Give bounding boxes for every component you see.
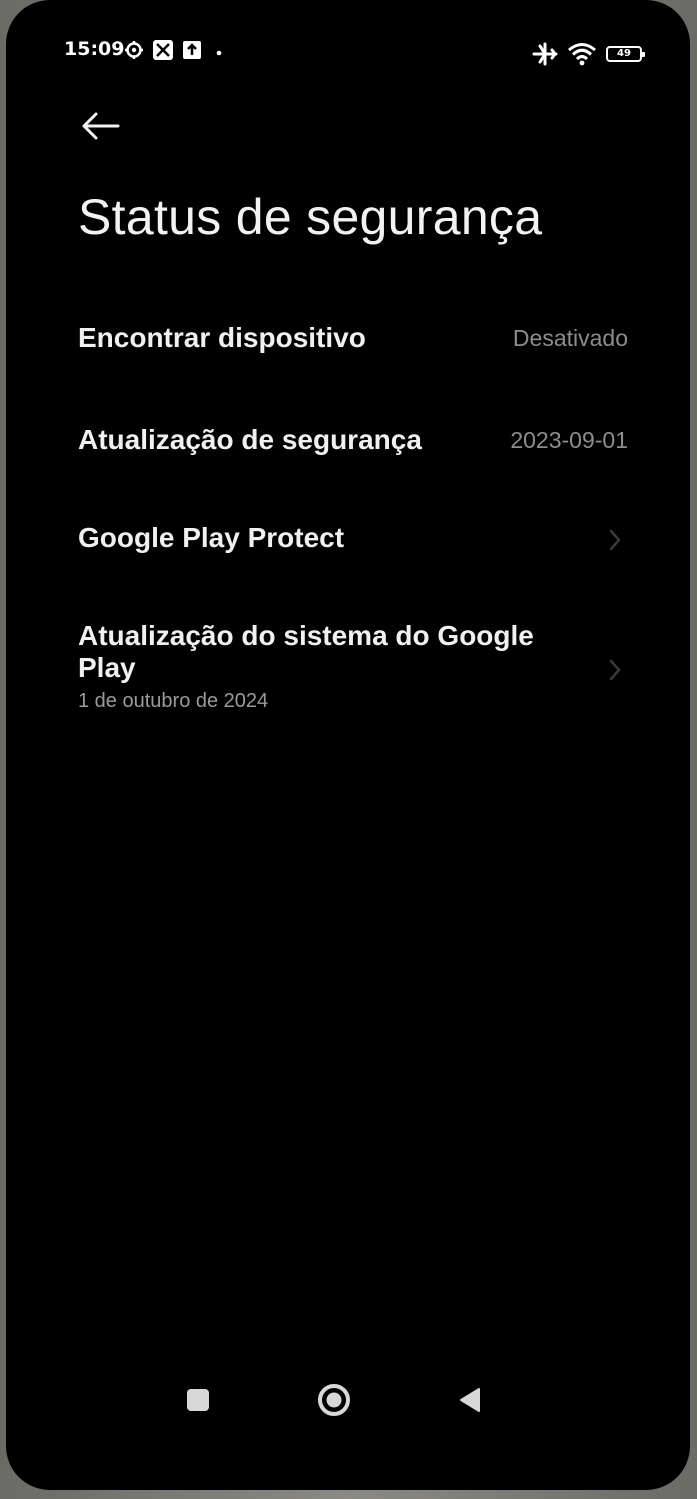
recents-square-icon: [187, 1389, 209, 1411]
phone-frame: 15:09 49 Status de segurança Encontrar d…: [0, 0, 697, 1499]
nfc-icon: [153, 40, 173, 60]
google-play-system-update-date: 1 de outubro de 2024: [78, 690, 269, 712]
home-circle-icon: [318, 1384, 350, 1416]
security-update-value: 2023-09-01: [510, 427, 628, 453]
chevron-right-icon: [609, 529, 621, 551]
navigation-bar: [6, 1370, 690, 1430]
find-device-value: Desativado: [512, 325, 628, 351]
find-device-row[interactable]: Encontrar dispositivo Desativado: [78, 322, 628, 358]
google-play-system-update-row[interactable]: Atualização do sistema do Google Play 1 …: [78, 620, 628, 720]
status-right-icons: 49: [532, 42, 645, 66]
airplane-mode-icon: [532, 42, 558, 66]
security-update-row[interactable]: Atualização de segurança 2023-09-01: [78, 424, 628, 460]
wifi-icon: [568, 43, 596, 66]
arrow-left-icon: [82, 112, 120, 140]
upload-icon: [183, 41, 201, 59]
back-triangle-icon: [460, 1388, 480, 1412]
google-play-protect-label: Google Play Protect: [78, 522, 345, 553]
battery-level: 49: [617, 48, 631, 59]
settings-gear-icon: [125, 41, 143, 59]
back-button[interactable]: [78, 106, 122, 146]
screen: 15:09 49 Status de segurança Encontrar d…: [6, 0, 690, 1490]
home-button[interactable]: [304, 1370, 364, 1430]
recents-button[interactable]: [168, 1370, 228, 1430]
status-left-icons: [124, 39, 228, 61]
back-nav-button[interactable]: [440, 1370, 500, 1430]
google-play-protect-row[interactable]: Google Play Protect: [78, 522, 628, 558]
chevron-right-icon: [609, 659, 621, 681]
battery-icon: 49: [606, 46, 645, 62]
notification-dot-icon: [216, 50, 222, 56]
google-play-system-update-label: Atualização do sistema do Google Play: [78, 620, 534, 683]
status-time: 15:09: [64, 38, 125, 60]
status-bar: 15:09 49: [6, 0, 690, 90]
page-title: Status de segurança: [78, 189, 543, 245]
